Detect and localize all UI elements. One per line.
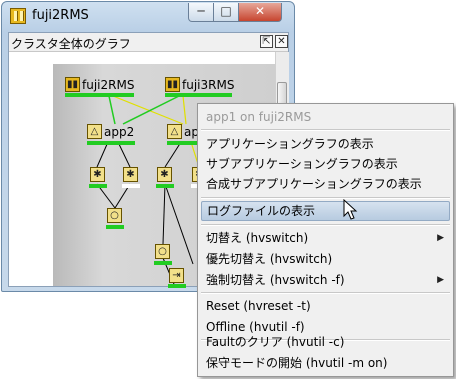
state-bar [165,93,232,97]
resource-node[interactable]: ○ [155,244,170,259]
resource-node[interactable]: ✱ [157,167,172,182]
undock-icon[interactable]: ⇱ [260,35,273,48]
app-icon: △ [87,124,102,139]
mouse-cursor-icon [343,199,358,220]
minimize-button[interactable]: ─ [188,3,214,22]
close-button[interactable]: ✕ [238,3,282,22]
panel-close-icon[interactable]: ✕ [275,35,288,48]
menu-separator [201,292,450,294]
menu-item-label: 切替え (hvswitch) [206,231,309,245]
panel-title: クラスタ全体のグラフ [11,37,131,51]
menu-item-force-switch[interactable]: 強制切替え (hvswitch -f) ▶ [201,270,450,290]
window-title: fuji2RMS [32,8,89,23]
menu-item-priority-switch[interactable]: 優先切替え (hvswitch) [201,249,450,269]
menu-separator [201,224,450,226]
resource-node[interactable]: ⇥ [169,268,184,283]
menu-header: app1 on fuji2RMS [206,110,312,124]
submenu-arrow-icon: ▶ [437,275,444,285]
app-node-app2[interactable]: △ app2 [87,124,134,139]
state-bar [156,184,174,188]
menu-item-switch[interactable]: 切替え (hvswitch) ▶ [201,228,450,248]
system-node-fuji2rms[interactable]: ▮▮ fuji2RMS [65,77,134,92]
menu-item-show-composite-subapp-graph[interactable]: 合成サブアプリケーショングラフの表示 [201,174,450,194]
app-icon: △ [167,124,182,139]
panel-header: クラスタ全体のグラフ ⇱ ✕ [9,33,288,52]
menu-item-clear-fault[interactable]: Faultのクリア (hvutil -c) [201,332,450,352]
menu-item-reset[interactable]: Reset (hvreset -t) [201,296,450,316]
menu-separator [201,197,450,199]
system-node-fuji3rms[interactable]: ▮▮ fuji3RMS [165,77,234,92]
resource-node[interactable]: ○ [107,208,122,223]
system-icon: ▮▮ [65,77,80,92]
title-bar[interactable]: fuji2RMS ─ □ ✕ [2,2,294,32]
app-label: app2 [104,124,135,139]
resource-node[interactable]: ✱ [90,167,105,182]
system-label: fuji3RMS [182,77,235,92]
system-icon: ▮▮ [165,77,180,92]
state-bar [168,284,186,288]
menu-item-maintenance-mode-on[interactable]: 保守モードの開始 (hvutil -m on) [201,353,450,373]
menu-separator [201,129,450,131]
menu-item-label: 強制切替え (hvswitch -f) [206,273,345,287]
maximize-button[interactable]: □ [213,3,239,22]
menu-item-show-app-graph[interactable]: アプリケーショングラフの表示 [201,134,450,154]
cluster-app-icon [10,8,26,24]
submenu-arrow-icon: ▶ [437,233,444,243]
state-bar [87,141,135,145]
system-label: fuji2RMS [82,77,135,92]
state-bar [65,93,134,97]
state-bar [122,184,140,188]
state-bar [89,184,107,188]
state-bar [106,225,124,229]
state-bar [154,261,172,265]
context-menu: app1 on fuji2RMS アプリケーショングラフの表示 サブアプリケーシ… [197,103,454,377]
menu-item-show-subapp-graph[interactable]: サブアプリケーショングラフの表示 [201,154,450,174]
resource-node[interactable]: ✱ [123,167,138,182]
menu-item-show-log-file[interactable]: ログファイルの表示 [201,201,450,221]
